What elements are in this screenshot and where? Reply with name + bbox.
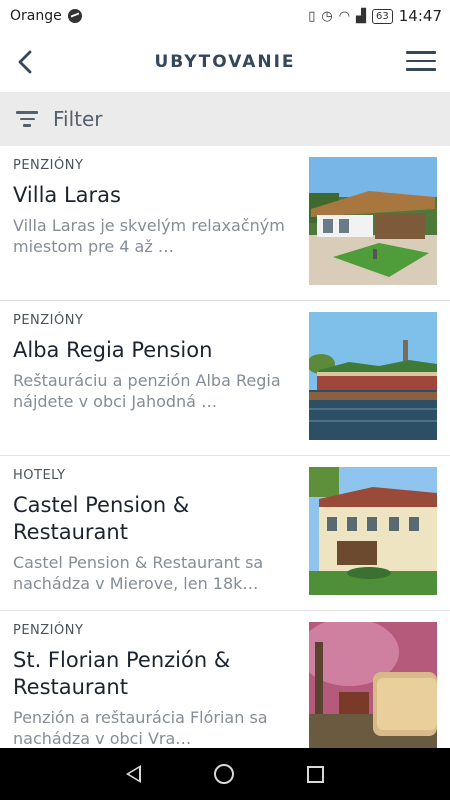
list-item[interactable]: HOTELY Castel Pension & Restaurant Caste… <box>0 456 450 611</box>
listing-name: Alba Regia Pension <box>13 338 213 362</box>
nav-home-icon[interactable] <box>213 764 234 784</box>
status-bar: Orange ▯ ◷ ◠ ▟ 63 14:47 <box>0 0 450 32</box>
listing-category: HOTELY <box>13 468 66 483</box>
listing-photo <box>309 622 437 748</box>
system-navigation-bar <box>0 748 450 800</box>
list-item[interactable]: PENZIÓNY St. Florian Penzión & Restauran… <box>0 611 450 748</box>
list-item[interactable]: PENZIÓNY Alba Regia Pension Reštauráciu … <box>0 301 450 456</box>
filter-label: Filter <box>53 107 103 131</box>
listing-name: Villa Laras <box>13 183 121 207</box>
hamburger-menu-icon[interactable] <box>406 51 436 73</box>
signal-icon: ▟ <box>356 8 367 24</box>
page-title: UBYTOVANIE <box>154 52 296 72</box>
listing-category: PENZIÓNY <box>13 623 84 638</box>
listing-photo <box>309 312 437 440</box>
listing-category: PENZIÓNY <box>13 313 84 328</box>
accommodation-list: PENZIÓNY Villa Laras Villa Laras je skve… <box>0 146 450 748</box>
vibrate-icon: ▯ <box>308 8 316 24</box>
listing-name: Castel Pension & Restaurant <box>13 493 190 544</box>
app-bar: UBYTOVANIE <box>0 32 450 92</box>
filter-button[interactable]: Filter <box>0 92 450 146</box>
back-arrow-icon[interactable] <box>14 48 40 76</box>
battery-icon: 63 <box>372 8 393 24</box>
alarm-icon: ◷ <box>321 8 333 24</box>
listing-name: St. Florian Penzión & Restaurant <box>13 648 231 699</box>
carrier-name: Orange <box>10 8 62 24</box>
listing-description: Villa Laras je skvelým relaxačným miesto… <box>13 216 285 256</box>
filter-icon <box>16 111 38 127</box>
listing-photo <box>309 467 437 595</box>
listing-description: Penzión a reštaurácia Flórian sa nachádz… <box>13 708 268 748</box>
listing-photo <box>309 157 437 285</box>
listing-description: Reštauráciu a penzión Alba Regia nájdete… <box>13 371 281 411</box>
nav-recent-apps-icon[interactable] <box>306 765 324 783</box>
nav-back-icon[interactable] <box>126 765 142 783</box>
clock: 14:47 <box>398 7 442 25</box>
listing-description: Castel Pension & Restaurant sa nachádza … <box>13 553 264 593</box>
listing-category: PENZIÓNY <box>13 158 84 173</box>
wifi-icon: ◠ <box>338 8 351 24</box>
list-item[interactable]: PENZIÓNY Villa Laras Villa Laras je skve… <box>0 146 450 301</box>
messenger-icon <box>67 9 82 23</box>
